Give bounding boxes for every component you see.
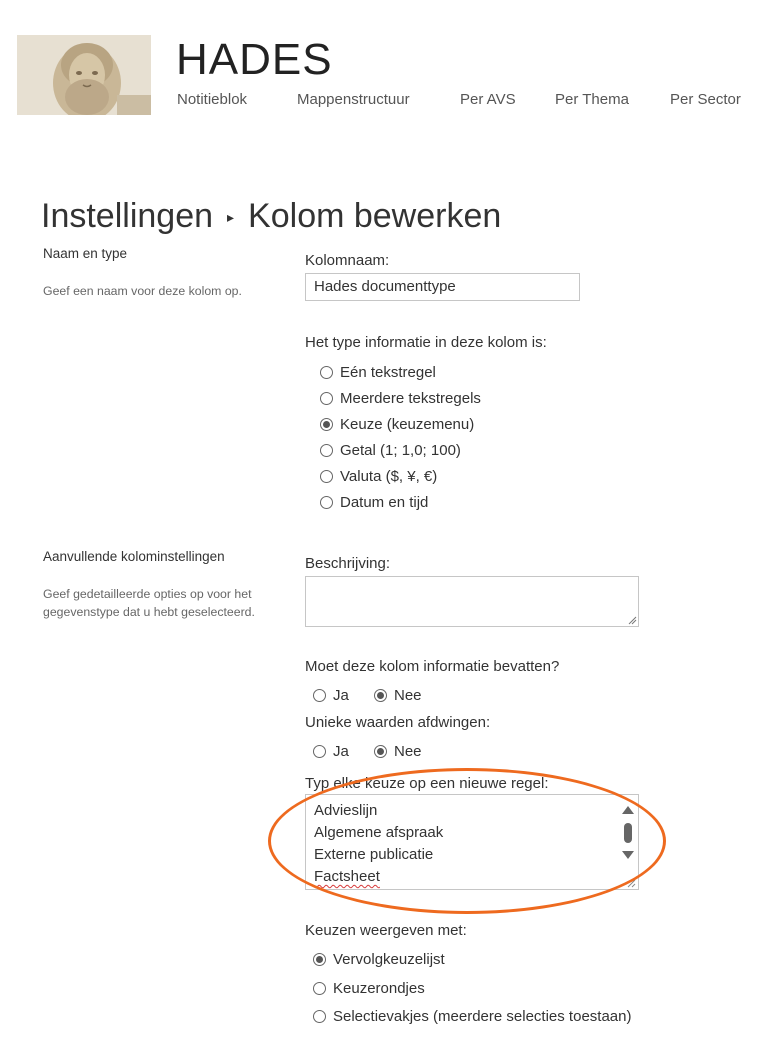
- section-title-additional: Aanvullende kolominstellingen: [43, 549, 225, 564]
- type-option-number[interactable]: Getal (1; 1,0; 100): [320, 442, 461, 459]
- display-option-checkboxes[interactable]: Selectievakjes (meerdere selecties toest…: [313, 1008, 631, 1025]
- description-textarea[interactable]: [305, 576, 639, 627]
- choices-textarea[interactable]: Advieslijn Algemene afspraak Externe pub…: [305, 794, 639, 890]
- option-label: Selectievakjes (meerdere selecties toest…: [333, 1008, 632, 1025]
- section-description-additional-line-1: Geef gedetailleerde opties op voor het: [43, 587, 252, 601]
- option-label: Nee: [394, 743, 422, 760]
- resize-grip-icon: [627, 879, 636, 888]
- radio-button[interactable]: [320, 392, 333, 405]
- option-label: Valuta ($, ¥, €): [340, 468, 438, 485]
- nav-mappenstructuur[interactable]: Mappenstructuur: [297, 91, 460, 108]
- type-option-currency[interactable]: Valuta ($, ¥, €): [320, 468, 437, 485]
- radio-button[interactable]: [313, 1010, 326, 1023]
- display-option-radio-buttons[interactable]: Keuzerondjes: [313, 980, 425, 997]
- choice-line[interactable]: Algemene afspraak: [314, 822, 443, 844]
- section-title-name-type: Naam en type: [43, 246, 128, 261]
- page-title: Kolom bewerken: [248, 197, 502, 235]
- resize-grip-icon[interactable]: [627, 615, 637, 625]
- choices-label: Typ elke keuze op een nieuwe regel:: [305, 775, 549, 792]
- hades-bust-image: [17, 35, 151, 115]
- radio-button[interactable]: [313, 745, 326, 758]
- site-logo[interactable]: [17, 35, 151, 115]
- triangle-right-icon: ▸: [227, 209, 235, 225]
- option-label: Keuze (keuzemenu): [340, 416, 475, 433]
- breadcrumb: Instellingen ▸ Kolom bewerken: [41, 196, 501, 237]
- radio-button[interactable]: [313, 982, 326, 995]
- required-option-yes[interactable]: Ja: [313, 687, 349, 704]
- type-option-datetime[interactable]: Datum en tijd: [320, 494, 428, 511]
- nav-notitieblok[interactable]: Notitieblok: [177, 91, 297, 108]
- option-label: Getal (1; 1,0; 100): [340, 442, 461, 459]
- choice-line[interactable]: Factsheet: [314, 866, 380, 888]
- display-label: Keuzen weergeven met:: [305, 922, 467, 939]
- radio-button-selected[interactable]: [320, 418, 333, 431]
- nav-per-avs[interactable]: Per AVS: [460, 91, 555, 108]
- radio-button-selected[interactable]: [374, 689, 387, 702]
- unique-option-no[interactable]: Nee: [374, 743, 422, 760]
- radio-button[interactable]: [320, 366, 333, 379]
- breadcrumb-parent-link[interactable]: Instellingen: [41, 197, 213, 235]
- choice-line[interactable]: Advieslijn: [314, 800, 377, 822]
- scrollbar-thumb: [624, 823, 632, 843]
- option-label: Vervolgkeuzelijst: [333, 951, 445, 968]
- triangle-down-icon: [622, 851, 634, 859]
- option-label: Keuzerondjes: [333, 980, 425, 997]
- option-label: Ja: [333, 743, 349, 760]
- choices-scrollbar[interactable]: [618, 795, 638, 889]
- option-label: Meerdere tekstregels: [340, 390, 481, 407]
- radio-button[interactable]: [313, 689, 326, 702]
- nav-per-thema[interactable]: Per Thema: [555, 91, 670, 108]
- triangle-up-icon: [622, 806, 634, 814]
- radio-button[interactable]: [320, 444, 333, 457]
- nav-per-sector[interactable]: Per Sector: [670, 91, 741, 108]
- type-option-multi-line[interactable]: Meerdere tekstregels: [320, 390, 481, 407]
- type-option-choice[interactable]: Keuze (keuzemenu): [320, 416, 474, 433]
- option-label: Nee: [394, 687, 422, 704]
- top-navigation: Notitieblok Mappenstructuur Per AVS Per …: [177, 91, 741, 108]
- column-name-input[interactable]: Hades documenttype: [305, 273, 580, 301]
- required-option-no[interactable]: Nee: [374, 687, 422, 704]
- unique-option-yes[interactable]: Ja: [313, 743, 349, 760]
- required-question-label: Moet deze kolom informatie bevatten?: [305, 658, 560, 675]
- radio-button[interactable]: [320, 496, 333, 509]
- option-label: Ja: [333, 687, 349, 704]
- type-question-label: Het type informatie in deze kolom is:: [305, 334, 547, 351]
- column-name-label: Kolomnaam:: [305, 252, 390, 269]
- description-label: Beschrijving:: [305, 555, 391, 572]
- site-title[interactable]: HADES: [176, 38, 333, 82]
- option-label: Datum en tijd: [340, 494, 429, 511]
- type-option-single-line[interactable]: Eén tekstregel: [320, 364, 436, 381]
- section-description-name-type: Geef een naam voor deze kolom op.: [43, 284, 242, 298]
- radio-button-selected[interactable]: [374, 745, 387, 758]
- radio-button-selected[interactable]: [313, 953, 326, 966]
- radio-button[interactable]: [320, 470, 333, 483]
- option-label: Eén tekstregel: [340, 364, 436, 381]
- choice-line[interactable]: Externe publicatie: [314, 844, 433, 866]
- unique-question-label: Unieke waarden afdwingen:: [305, 714, 491, 731]
- display-option-dropdown[interactable]: Vervolgkeuzelijst: [313, 951, 445, 968]
- section-description-additional-line-2: gegevenstype dat u hebt geselecteerd.: [43, 605, 255, 619]
